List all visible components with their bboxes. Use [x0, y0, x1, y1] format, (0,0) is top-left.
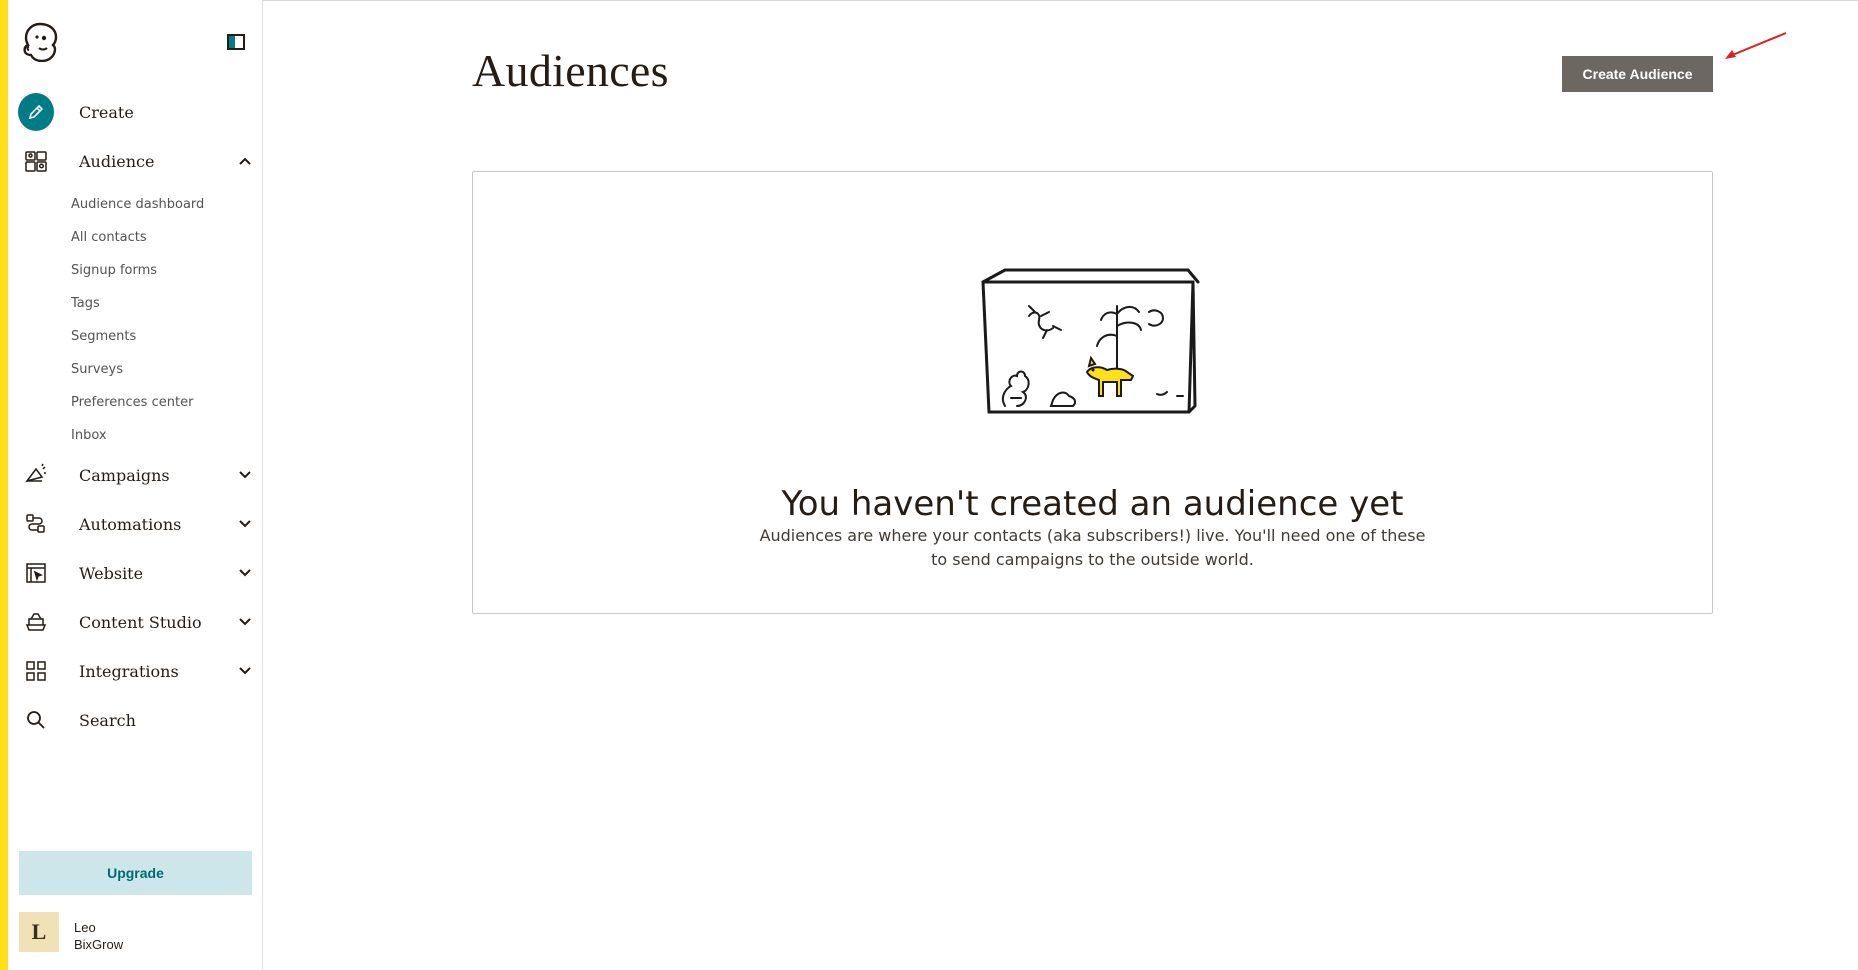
sidebar-item-surveys[interactable]: Surveys [71, 362, 123, 377]
brand-accent-bar [0, 0, 8, 970]
sidebar-toggle-icon[interactable] [227, 33, 245, 51]
nav-campaigns-label: Campaigns [79, 465, 170, 485]
sidebar-item-audience-dashboard[interactable]: Audience dashboard [71, 197, 204, 212]
pencil-icon [18, 93, 54, 131]
empty-state-description-line1: Audiences are where your contacts (aka s… [759, 526, 1426, 545]
chevron-down-icon[interactable] [238, 664, 252, 678]
upgrade-button[interactable]: Upgrade [19, 851, 252, 895]
create-audience-button[interactable]: Create Audience [1562, 56, 1713, 92]
annotation-arrow-icon [1725, 32, 1787, 59]
chevron-down-icon[interactable] [238, 517, 252, 531]
sidebar-item-preferences-center[interactable]: Preferences center [71, 395, 193, 410]
audience-icon [18, 143, 54, 179]
nav-create-label: Create [79, 102, 134, 122]
nav-campaigns[interactable]: Campaigns [18, 455, 258, 495]
nav-automations-label: Automations [79, 514, 182, 534]
chevron-down-icon[interactable] [238, 468, 252, 482]
nav-create[interactable]: Create [18, 92, 258, 132]
chevron-down-icon[interactable] [238, 566, 252, 580]
nav-content-studio-label: Content Studio [79, 612, 202, 632]
sidebar-item-tags[interactable]: Tags [71, 296, 100, 311]
nav-content-studio[interactable]: Content Studio [18, 602, 258, 642]
mailchimp-logo-icon[interactable] [19, 20, 61, 63]
nav-website[interactable]: Website [18, 553, 258, 593]
chevron-up-icon[interactable] [238, 154, 252, 168]
website-icon [18, 555, 54, 591]
nav-integrations-label: Integrations [79, 661, 179, 681]
empty-state-card: You haven't created an audience yet Audi… [472, 171, 1713, 614]
sidebar-item-all-contacts[interactable]: All contacts [71, 230, 147, 245]
nav-automations[interactable]: Automations [18, 504, 258, 544]
sidebar-item-segments[interactable]: Segments [71, 329, 136, 344]
sidebar-item-inbox[interactable]: Inbox [71, 428, 107, 443]
automations-icon [18, 506, 54, 542]
integrations-grid-icon [18, 653, 54, 689]
nav-audience-label: Audience [79, 151, 155, 171]
nav-search[interactable]: Search [18, 700, 258, 740]
nav-integrations[interactable]: Integrations [18, 651, 258, 691]
sidebar-item-signup-forms[interactable]: Signup forms [71, 263, 157, 278]
page-title: Audiences [472, 45, 669, 96]
user-organization: BixGrow [74, 937, 124, 952]
nav-search-label: Search [79, 710, 136, 730]
empty-state-description-line2: to send campaigns to the outside world. [931, 550, 1254, 569]
terrarium-illustration-icon [981, 268, 1200, 414]
empty-state-heading: You haven't created an audience yet [781, 484, 1404, 524]
nav-audience[interactable]: Audience [18, 141, 258, 181]
content-studio-icon [18, 604, 54, 640]
megaphone-icon [18, 457, 54, 493]
chevron-down-icon[interactable] [238, 615, 252, 629]
user-name[interactable]: Leo [74, 920, 96, 935]
sidebar: Create Audience Audience dashboard All c… [8, 0, 263, 970]
search-icon [18, 702, 54, 738]
empty-state-description: Audiences are where your contacts (aka s… [473, 524, 1712, 572]
nav-website-label: Website [79, 563, 144, 583]
top-divider [0, 0, 1858, 1]
avatar[interactable]: L [19, 912, 59, 952]
